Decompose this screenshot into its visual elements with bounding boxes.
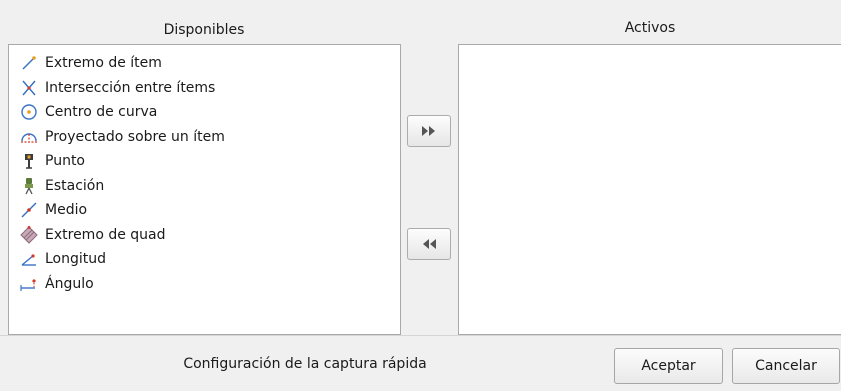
footer-divider <box>0 335 841 336</box>
list-item-station[interactable]: Estación <box>19 174 400 199</box>
available-list[interactable]: Extremo de ítem Intersección entre ítems… <box>8 44 401 335</box>
projected-icon <box>19 127 39 147</box>
active-list[interactable] <box>458 44 841 335</box>
available-list-title: Disponibles <box>163 22 245 38</box>
accept-button[interactable]: Aceptar <box>614 348 723 384</box>
point-icon <box>19 151 39 171</box>
list-item-point[interactable]: Punto <box>19 149 400 174</box>
list-item-projected[interactable]: Proyectado sobre un ítem <box>19 125 400 150</box>
list-item-intersection[interactable]: Intersección entre ítems <box>19 76 400 101</box>
list-item-angle[interactable]: Ángulo <box>19 272 400 297</box>
cancel-button[interactable]: Cancelar <box>732 348 840 384</box>
curve-center-icon <box>19 102 39 122</box>
list-item-label: Proyectado sobre un ítem <box>45 128 225 145</box>
list-item-endpoint[interactable]: Extremo de ítem <box>19 51 400 76</box>
active-list-title: Activos <box>624 20 676 36</box>
list-item-label: Punto <box>45 153 85 170</box>
quad-endpoint-icon <box>19 225 39 245</box>
station-icon <box>19 176 39 196</box>
list-item-label: Medio <box>45 202 88 219</box>
midpoint-icon <box>19 200 39 220</box>
list-item-label: Centro de curva <box>45 104 158 121</box>
list-item-label: Intersección entre ítems <box>45 79 216 96</box>
list-item-label: Ángulo <box>45 275 94 292</box>
double-chevron-right-icon <box>420 125 438 137</box>
list-item-midpoint[interactable]: Medio <box>19 198 400 223</box>
list-item-label: Estación <box>45 177 105 194</box>
dialog-title: Configuración de la captura rápida <box>183 356 427 372</box>
list-item-quad-endpoint[interactable]: Extremo de quad <box>19 223 400 248</box>
endpoint-icon <box>19 53 39 73</box>
intersection-icon <box>19 78 39 98</box>
list-item-curve-center[interactable]: Centro de curva <box>19 100 400 125</box>
move-to-active-button[interactable] <box>407 115 451 147</box>
list-item-label: Extremo de quad <box>45 226 166 243</box>
move-to-available-button[interactable] <box>407 228 451 260</box>
list-item-length[interactable]: Longitud <box>19 247 400 272</box>
list-item-label: Longitud <box>45 251 107 268</box>
length-icon <box>19 249 39 269</box>
angle-icon <box>19 274 39 294</box>
list-item-label: Extremo de ítem <box>45 55 162 72</box>
double-chevron-left-icon <box>420 238 438 250</box>
